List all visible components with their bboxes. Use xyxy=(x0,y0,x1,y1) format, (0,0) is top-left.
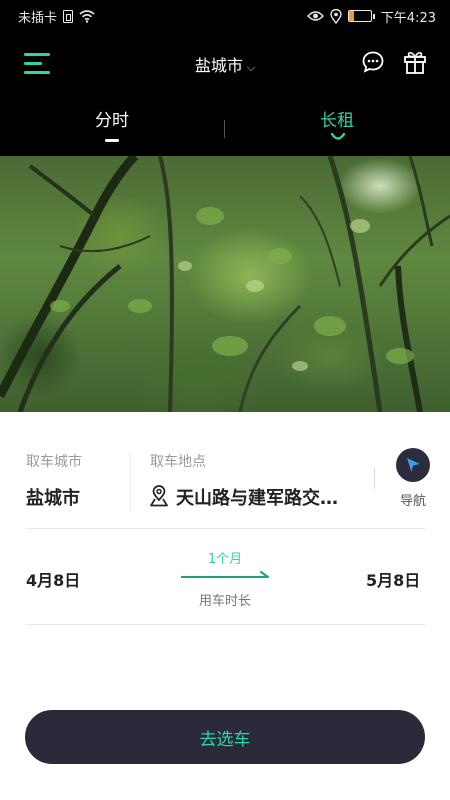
pickup-location-label: 取车地点 xyxy=(150,454,206,470)
tab-long-term-indicator xyxy=(330,132,346,140)
battery-level: 16 xyxy=(353,10,367,19)
status-bar-right: 16 下午4:23 xyxy=(306,7,436,26)
status-bar-left: 未插卡 xyxy=(18,7,95,26)
message-icon[interactable] xyxy=(361,50,385,74)
hero-banner-image xyxy=(0,156,450,412)
battery-body: 16 xyxy=(347,10,372,22)
tree-branches-illustration xyxy=(0,156,450,412)
navigation-arrow-icon xyxy=(407,458,420,472)
nav-divider xyxy=(374,467,375,489)
battery-tip xyxy=(372,13,375,19)
rental-duration-label: 用车时长 xyxy=(198,594,251,609)
sim-card-icon xyxy=(63,9,74,23)
status-time: 下午4:23 xyxy=(380,10,436,26)
tab-hourly[interactable]: 分时 xyxy=(52,106,172,131)
map-pin-icon xyxy=(150,485,168,507)
row-divider xyxy=(26,528,425,529)
status-bar: 未插卡 16 下午4:23 xyxy=(0,0,450,32)
location-icon xyxy=(330,8,342,24)
pickup-location-value[interactable]: 天山路与建军路交… xyxy=(176,484,366,510)
city-name: 盐城市 xyxy=(194,56,243,75)
row-divider xyxy=(26,624,425,625)
navigate-label[interactable]: 导航 xyxy=(396,490,430,509)
gift-icon[interactable] xyxy=(403,49,427,75)
end-date[interactable]: 5月8日 xyxy=(366,567,420,591)
eye-icon xyxy=(306,11,324,21)
wifi-icon xyxy=(79,9,95,23)
tab-hourly-indicator xyxy=(105,139,119,142)
pickup-city-label: 取车城市 xyxy=(26,454,82,470)
start-date[interactable]: 4月8日 xyxy=(26,567,80,591)
field-divider xyxy=(130,452,131,512)
duration-arrow-line xyxy=(181,576,267,578)
pickup-city-value[interactable]: 盐城市 xyxy=(26,484,80,510)
carrier-text: 未插卡 xyxy=(18,10,58,26)
rental-duration[interactable]: 1个月 xyxy=(170,548,280,567)
tab-long-term[interactable]: 长租 xyxy=(277,106,397,131)
app-header: 盐城市 ⌵ xyxy=(0,32,450,96)
chevron-down-icon: ⌵ xyxy=(246,61,256,74)
duration-arrow-head-icon xyxy=(260,571,269,578)
battery-icon: 16 xyxy=(347,10,375,22)
select-car-button[interactable]: 去选车 xyxy=(25,710,425,764)
tab-divider xyxy=(224,120,225,138)
mode-tabs: 分时 长租 xyxy=(0,96,450,156)
booking-card: 取车城市 取车地点 盐城市 天山路与建军路交… 导航 4月8日 1个月 用车时长… xyxy=(0,412,450,800)
navigate-button[interactable] xyxy=(396,448,430,482)
